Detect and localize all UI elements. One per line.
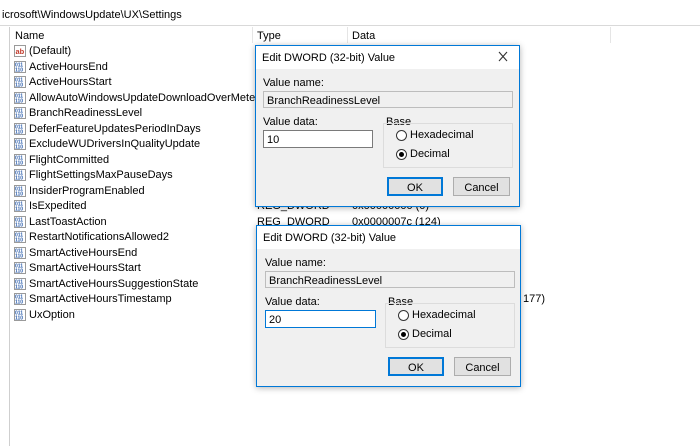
hexadecimal-radio[interactable] — [398, 310, 409, 321]
binary-value-icon: 011 110 — [14, 169, 26, 182]
binary-value-icon: 011 110 — [14, 184, 26, 197]
value-name: AllowAutoWindowsUpdateDownloadOverMetere… — [29, 91, 281, 104]
string-value-icon: ab — [14, 45, 26, 57]
binary-value-icon: 011 110 — [14, 262, 26, 275]
decimal-radio[interactable] — [396, 149, 407, 160]
svg-text:110: 110 — [15, 238, 23, 244]
value-name-label: Value name: — [263, 77, 324, 89]
dialog-title-bar[interactable]: Edit DWORD (32-bit) Value — [256, 46, 519, 69]
value-name: SmartActiveHoursStart — [29, 262, 141, 274]
ok-button[interactable]: OK — [388, 357, 444, 376]
value-name: FlightCommitted — [29, 153, 110, 166]
dialog-title: Edit DWORD (32-bit) Value — [263, 232, 397, 244]
radio-selected-dot — [401, 332, 406, 337]
binary-value-icon: 011 110 — [14, 293, 26, 306]
value-name: ActiveHoursStart — [29, 76, 112, 88]
value-name: ActiveHoursEnd — [29, 60, 108, 73]
svg-text:110: 110 — [15, 269, 23, 275]
svg-text:110: 110 — [15, 98, 23, 104]
binary-value-icon: 011 110 — [14, 122, 26, 135]
value-data-input[interactable]: 20 — [265, 310, 376, 328]
svg-text:110: 110 — [15, 129, 23, 135]
value-name: ExcludeWUDriversInQualityUpdate — [29, 138, 201, 150]
binary-value-icon: 011 110 — [14, 138, 26, 151]
cancel-button[interactable]: Cancel — [453, 177, 510, 196]
binary-value-icon: 011 110 — [14, 200, 26, 213]
close-icon[interactable] — [493, 48, 513, 66]
value-name: InsiderProgramEnabled — [29, 184, 145, 197]
binary-value-icon: 011 110 — [14, 215, 26, 228]
value-name: BranchReadinessLevel — [29, 107, 143, 119]
column-header: Name Type Data — [11, 27, 611, 43]
cancel-button[interactable]: Cancel — [454, 357, 511, 376]
svg-text:110: 110 — [15, 207, 23, 213]
svg-text:110: 110 — [15, 222, 23, 228]
binary-value-icon: 011 110 — [14, 308, 26, 321]
hexadecimal-label: Hexadecimal — [410, 129, 474, 141]
binary-value-icon: 011 110 — [14, 60, 26, 73]
value-name-field: BranchReadinessLevel — [265, 271, 515, 288]
svg-text:110: 110 — [15, 83, 23, 89]
column-data[interactable]: Data — [348, 27, 611, 43]
binary-value-icon: 011 110 — [14, 76, 26, 89]
hexadecimal-radio[interactable] — [396, 130, 407, 141]
value-name: SmartActiveHoursSuggestionState — [29, 277, 199, 290]
svg-text:110: 110 — [15, 300, 23, 306]
value-data-label: Value data: — [263, 116, 318, 128]
value-name: SmartActiveHoursTimestamp — [29, 293, 172, 305]
svg-text:110: 110 — [15, 284, 23, 290]
binary-value-icon: 011 110 — [14, 153, 26, 166]
binary-value-icon: 011 110 — [14, 107, 26, 120]
value-data: 177) — [523, 293, 546, 305]
value-data-label: Value data: — [265, 296, 320, 308]
binary-value-icon: 011 110 — [14, 246, 26, 259]
decimal-radio[interactable] — [398, 329, 409, 340]
value-name: DeferFeatureUpdatesPeriodInDays — [29, 122, 201, 135]
value-name: IsExpedited — [29, 200, 87, 212]
ok-button[interactable]: OK — [387, 177, 443, 196]
svg-text:110: 110 — [15, 114, 23, 120]
value-name: RestartNotificationsAllowed2 — [29, 231, 170, 243]
svg-text:110: 110 — [15, 160, 23, 166]
binary-value-icon: 011 110 — [14, 231, 26, 244]
decimal-label: Decimal — [412, 328, 452, 340]
value-name: (Default) — [29, 45, 72, 57]
svg-text:110: 110 — [15, 191, 23, 197]
svg-text:110: 110 — [15, 315, 23, 321]
value-name: SmartActiveHoursEnd — [29, 246, 138, 259]
dialog-title-bar[interactable]: Edit DWORD (32-bit) Value — [257, 226, 520, 249]
value-name: UxOption — [29, 308, 75, 321]
decimal-label: Decimal — [410, 148, 450, 160]
svg-text:110: 110 — [15, 176, 23, 182]
value-name-field: BranchReadinessLevel — [263, 91, 513, 108]
column-type[interactable]: Type — [253, 27, 348, 43]
column-name[interactable]: Name — [11, 27, 253, 43]
edit-dword-dialog-2: Edit DWORD (32-bit) Value Value name: Br… — [256, 225, 521, 387]
svg-text:110: 110 — [15, 145, 23, 151]
key-tree-pane[interactable] — [0, 27, 10, 446]
hexadecimal-label: Hexadecimal — [412, 309, 476, 321]
radio-selected-dot — [399, 152, 404, 157]
dialog-title: Edit DWORD (32-bit) Value — [262, 52, 396, 64]
svg-text:110: 110 — [15, 253, 23, 259]
binary-value-icon: 011 110 — [14, 277, 26, 290]
edit-dword-dialog-1: Edit DWORD (32-bit) Value Value name: Br… — [255, 45, 520, 207]
value-name: LastToastAction — [29, 215, 107, 228]
address-bar[interactable]: icrosoft\WindowsUpdate\UX\Settings — [0, 0, 700, 26]
svg-text:ab: ab — [16, 47, 25, 56]
binary-value-icon: 011 110 — [14, 91, 26, 104]
value-name: FlightSettingsMaxPauseDays — [29, 169, 173, 181]
svg-text:110: 110 — [15, 67, 23, 73]
address-path: icrosoft\WindowsUpdate\UX\Settings — [2, 9, 182, 21]
value-name-label: Value name: — [265, 257, 326, 269]
value-data-input[interactable]: 10 — [263, 130, 373, 148]
